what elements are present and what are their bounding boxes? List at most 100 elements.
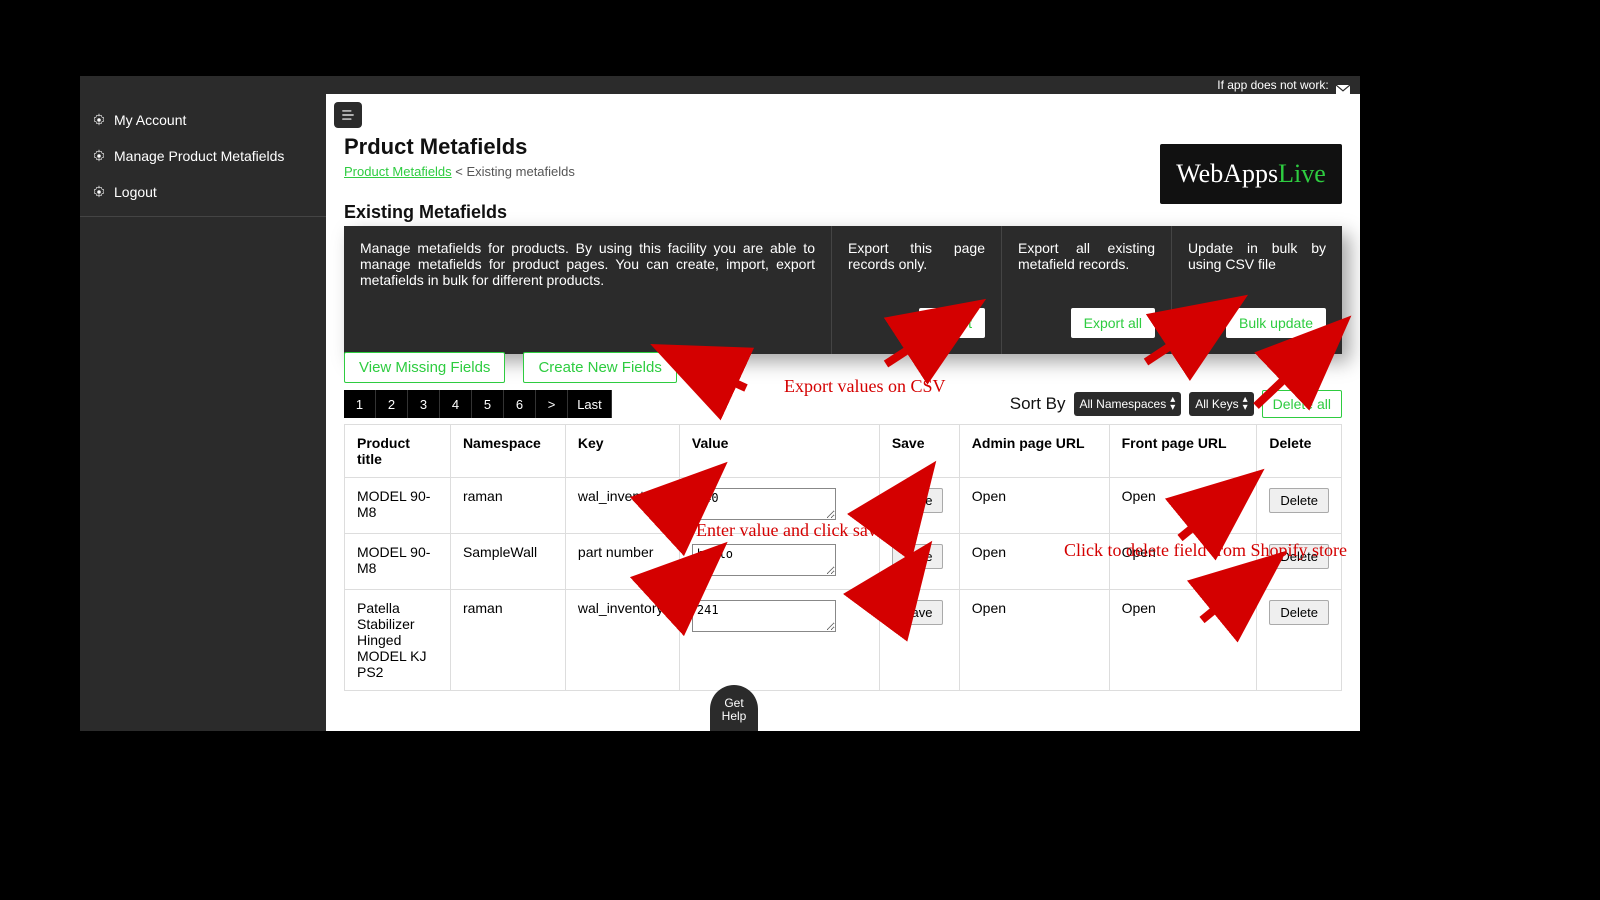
panel-description: Manage metafields for products. By using… (344, 226, 832, 354)
panel-export-all-label: Export all existing metafield records. (1018, 240, 1155, 280)
cell-value (679, 534, 879, 590)
export-page-button[interactable]: Export (919, 308, 985, 338)
get-help-line2: Help (710, 710, 758, 723)
top-notice-bar: If app does not work: (80, 76, 1360, 94)
table-row: MODEL 90-M8 raman wal_inventory Save Ope… (345, 478, 1342, 534)
cell-key: part number (565, 534, 679, 590)
page-4[interactable]: 4 (440, 390, 472, 418)
cell-delete: Delete (1257, 590, 1342, 691)
sidebar-item-logout[interactable]: Logout (80, 174, 326, 210)
view-missing-fields-button[interactable]: View Missing Fields (344, 352, 505, 383)
sort-area: Sort By All Namespaces ▴▾ All Keys ▴▾ De… (1010, 390, 1342, 418)
page-1[interactable]: 1 (344, 390, 376, 418)
namespace-select-value: All Namespaces (1080, 397, 1167, 411)
cell-value (679, 478, 879, 534)
delete-button[interactable]: Delete (1269, 488, 1329, 513)
gear-icon (92, 149, 106, 163)
breadcrumb-sep: < (452, 164, 467, 179)
updown-icon: ▴▾ (1243, 396, 1248, 412)
page-5[interactable]: 5 (472, 390, 504, 418)
front-open-link[interactable]: Open (1122, 544, 1156, 560)
panel-bulk-label: Update in bulk by using CSV file (1188, 240, 1326, 280)
cell-admin: Open (959, 534, 1109, 590)
col-header-delete: Delete (1257, 425, 1342, 478)
info-panels: Manage metafields for products. By using… (344, 226, 1342, 354)
panel-export-page: Export this page records only. Export (832, 226, 1002, 354)
cell-save: Save (879, 534, 959, 590)
col-header-key: Key (565, 425, 679, 478)
namespace-select[interactable]: All Namespaces ▴▾ (1074, 392, 1182, 416)
cell-title: MODEL 90-M8 (345, 534, 451, 590)
front-open-link[interactable]: Open (1122, 488, 1156, 504)
save-button[interactable]: Save (892, 600, 944, 625)
sidebar-item-my-account[interactable]: My Account (80, 102, 326, 138)
mail-icon[interactable] (1336, 81, 1350, 91)
app-frame: If app does not work: My Account Manage … (80, 76, 1360, 731)
brand-logo: WebAppsLive (1160, 144, 1342, 204)
breadcrumb: Product Metafields < Existing metafields (344, 164, 575, 179)
sidebar-item-label: Logout (114, 184, 157, 200)
page-title: Prduct Metafields (344, 134, 527, 160)
col-header-value: Value (679, 425, 879, 478)
value-input[interactable] (692, 488, 836, 520)
breadcrumb-current: Existing metafields (467, 164, 575, 179)
cell-namespace: SampleWall (450, 534, 565, 590)
cell-delete: Delete (1257, 478, 1342, 534)
col-header-save: Save (879, 425, 959, 478)
cell-admin: Open (959, 590, 1109, 691)
cell-save: Save (879, 590, 959, 691)
panel-export-page-label: Export this page records only. (848, 240, 985, 280)
key-select[interactable]: All Keys ▴▾ (1189, 392, 1253, 416)
create-new-fields-button[interactable]: Create New Fields (523, 352, 676, 383)
top-notice-text: If app does not work: (1217, 78, 1328, 92)
table-row: MODEL 90-M8 SampleWall part number Save … (345, 534, 1342, 590)
cell-title: Patella Stabilizer Hinged MODEL KJ PS2 (345, 590, 451, 691)
gear-icon (92, 185, 106, 199)
value-input[interactable] (692, 544, 836, 576)
value-input[interactable] (692, 600, 836, 632)
col-header-front: Front page URL (1109, 425, 1257, 478)
export-all-button[interactable]: Export all (1071, 308, 1155, 338)
metafields-table: Product title Namespace Key Value Save A… (344, 424, 1342, 691)
breadcrumb-link[interactable]: Product Metafields (344, 164, 452, 179)
sidebar-item-label: My Account (114, 112, 186, 128)
panel-bulk-update: Update in bulk by using CSV file Bulk up… (1172, 226, 1342, 354)
page-last[interactable]: Last (568, 390, 612, 418)
logo-text-b: Live (1278, 159, 1326, 188)
get-help-button[interactable]: Get Help (710, 685, 758, 731)
sidebar-item-manage-metafields[interactable]: Manage Product Metafields (80, 138, 326, 174)
delete-all-button[interactable]: Delete all (1262, 390, 1342, 418)
delete-button[interactable]: Delete (1269, 600, 1329, 625)
hamburger-toggle[interactable] (334, 102, 362, 128)
sidebar-divider (80, 216, 326, 217)
cell-namespace: raman (450, 590, 565, 691)
page-next[interactable]: > (536, 390, 568, 418)
admin-open-link[interactable]: Open (972, 488, 1006, 504)
panel-export-all: Export all existing metafield records. E… (1002, 226, 1172, 354)
cell-key: wal_inventory (565, 478, 679, 534)
save-button[interactable]: Save (892, 544, 944, 569)
col-header-admin: Admin page URL (959, 425, 1109, 478)
cell-title: MODEL 90-M8 (345, 478, 451, 534)
section-title: Existing Metafields (344, 202, 507, 223)
cell-save: Save (879, 478, 959, 534)
cell-front: Open (1109, 478, 1257, 534)
cell-key: wal_inventory (565, 590, 679, 691)
save-button[interactable]: Save (892, 488, 944, 513)
page-3[interactable]: 3 (408, 390, 440, 418)
pager: 1 2 3 4 5 6 > Last (344, 390, 612, 418)
updown-icon: ▴▾ (1170, 396, 1175, 412)
admin-open-link[interactable]: Open (972, 544, 1006, 560)
admin-open-link[interactable]: Open (972, 600, 1006, 616)
table-row: Patella Stabilizer Hinged MODEL KJ PS2 r… (345, 590, 1342, 691)
page-6[interactable]: 6 (504, 390, 536, 418)
cell-namespace: raman (450, 478, 565, 534)
front-open-link[interactable]: Open (1122, 600, 1156, 616)
key-select-value: All Keys (1195, 397, 1238, 411)
bulk-update-button[interactable]: Bulk update (1226, 308, 1326, 338)
sort-by-label: Sort By (1010, 394, 1066, 414)
cell-front: Open (1109, 590, 1257, 691)
page-2[interactable]: 2 (376, 390, 408, 418)
delete-button[interactable]: Delete (1269, 544, 1329, 569)
gear-icon (92, 113, 106, 127)
